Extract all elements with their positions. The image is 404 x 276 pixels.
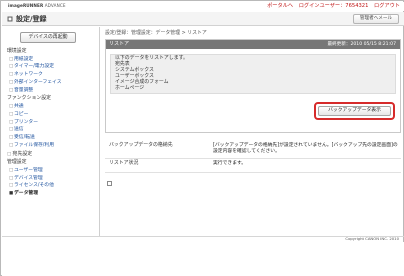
sidebar-item-common[interactable]: □ 共通 xyxy=(5,103,97,111)
detail-value: [バックアップデータの格納先]が設定されていません。[バックアップ先の設定画面]… xyxy=(213,143,398,155)
sidebar-item-user-management[interactable]: □ ユーザー管理 xyxy=(5,167,97,175)
show-backup-data-button[interactable]: バックアップデータ表示 xyxy=(318,106,391,116)
sidebar-item-timer[interactable]: □ タイマー/電力設定 xyxy=(5,63,97,71)
bullet-icon: □ xyxy=(9,111,14,117)
sidebar-item-external-interface[interactable]: □ 外部インターフェイス xyxy=(5,79,97,87)
sidebar-item-device-management[interactable]: □ デバイス管理 xyxy=(5,175,97,183)
bullet-icon: □ xyxy=(9,167,14,173)
title-bar: 設定/登録 管理者へメール xyxy=(2,12,404,26)
row-divider xyxy=(105,172,401,173)
panel-title: リストア xyxy=(109,41,130,47)
bullet-icon: □ xyxy=(9,79,14,85)
page-title: 設定/登録 xyxy=(16,15,47,23)
nav-section-management[interactable]: 管理設定 xyxy=(5,158,97,167)
nav-section-destination[interactable]: □ 宛先設定 xyxy=(5,150,97,159)
bullet-icon: □ xyxy=(9,142,14,148)
bullet-icon: □ xyxy=(9,183,14,189)
detail-row-storage: バックアップデータの格納先 [バックアップデータの格納先]が設定されていません。… xyxy=(105,141,401,159)
sidebar-item-printer[interactable]: □ プリンター xyxy=(5,119,97,127)
bullet-icon: □ xyxy=(9,119,14,125)
bullet-icon: □ xyxy=(9,64,14,70)
active-bullet-icon: ■ xyxy=(9,191,14,197)
sidebar-item-license[interactable]: □ ライセンス/その他 xyxy=(5,182,97,190)
bullet-icon: □ xyxy=(9,87,14,93)
settings-icon xyxy=(7,16,13,22)
sidebar: デバイスの再起動 環境設定 □ 用紙設定 □ タイマー/電力設定 □ ネットワーク □… xyxy=(2,27,100,236)
info-line: ホームページ xyxy=(115,85,145,91)
detail-value: 実行できます。 xyxy=(213,161,247,166)
product-logo: imageRUNNER ADVANCE xyxy=(8,3,66,8)
sidebar-item-receive[interactable]: □ 受信/転送 xyxy=(5,134,97,142)
restore-details: バックアップデータの格納先 [バックアップデータの格納先]が設定されていません。… xyxy=(105,141,401,173)
sidebar-nav: 環境設定 □ 用紙設定 □ タイマー/電力設定 □ ネットワーク □ 外部インターフェイ… xyxy=(5,47,97,198)
portal-link[interactable]: ポータルへ xyxy=(267,3,293,9)
restore-info-box: 以下のデータをリストアします。 宛先表 システムボックス ユーザーボックス イメ… xyxy=(110,54,396,94)
nav-section-function[interactable]: ファンクション設定 xyxy=(5,94,97,103)
nav-section-environment[interactable]: 環境設定 xyxy=(5,47,97,56)
bullet-icon: □ xyxy=(9,56,14,62)
sidebar-item-send[interactable]: □ 送信 xyxy=(5,126,97,134)
blank-area xyxy=(2,242,404,276)
page-top-icon[interactable] xyxy=(107,181,112,186)
detail-label: バックアップデータの格納先 xyxy=(109,142,173,148)
main-content: 設定/登録：管理設定：データ管理 > リストア リストア 最終更新：2010 0… xyxy=(105,27,401,236)
email-admin-button[interactable]: 管理者へメール xyxy=(353,14,399,24)
bullet-icon: □ xyxy=(9,127,14,133)
sidebar-item-file-storage[interactable]: □ ファイル保存/利用 xyxy=(5,142,97,150)
detail-row-status: リストア状況 実行できます。 xyxy=(105,159,401,173)
restart-device-button[interactable]: デバイスの再起動 xyxy=(20,32,76,43)
app-window: imageRUNNER ADVANCE ポータルへ ログインユーザー：76543… xyxy=(0,0,404,276)
bullet-icon: □ xyxy=(9,135,14,141)
sidebar-item-paper[interactable]: □ 用紙設定 xyxy=(5,56,97,64)
bullet-icon: □ xyxy=(9,72,14,78)
detail-label: リストア状況 xyxy=(109,160,139,166)
sidebar-item-volume[interactable]: □ 音量調整 xyxy=(5,87,97,95)
sidebar-item-network[interactable]: □ ネットワーク xyxy=(5,71,97,79)
breadcrumb: 設定/登録：管理設定：データ管理 > リストア xyxy=(105,30,207,36)
user-bar: ポータルへ ログインユーザー：7654321 ログアウト xyxy=(263,3,400,9)
top-bar: imageRUNNER ADVANCE ポータルへ ログインユーザー：76543… xyxy=(2,2,404,11)
backup-button-highlight: バックアップデータ表示 xyxy=(314,102,395,120)
last-updated-label: 最終更新：2010 05/15 8:21:07 xyxy=(327,41,396,47)
restore-panel: リストア 最終更新：2010 05/15 8:21:07 以下のデータをリストア… xyxy=(105,39,401,133)
bullet-icon: □ xyxy=(9,103,14,109)
copyright: Copyright CANON INC. 2010 xyxy=(345,236,399,241)
sidebar-item-data-management[interactable]: ■ データ管理 xyxy=(5,190,97,198)
logout-link[interactable]: ログアウト xyxy=(374,3,400,9)
sidebar-item-copy[interactable]: □ コピー xyxy=(5,111,97,119)
panel-header: リストア 最終更新：2010 05/15 8:21:07 xyxy=(106,40,400,49)
login-user-label: ログインユーザー：7654321 xyxy=(298,3,369,9)
bullet-icon: □ xyxy=(9,175,14,181)
